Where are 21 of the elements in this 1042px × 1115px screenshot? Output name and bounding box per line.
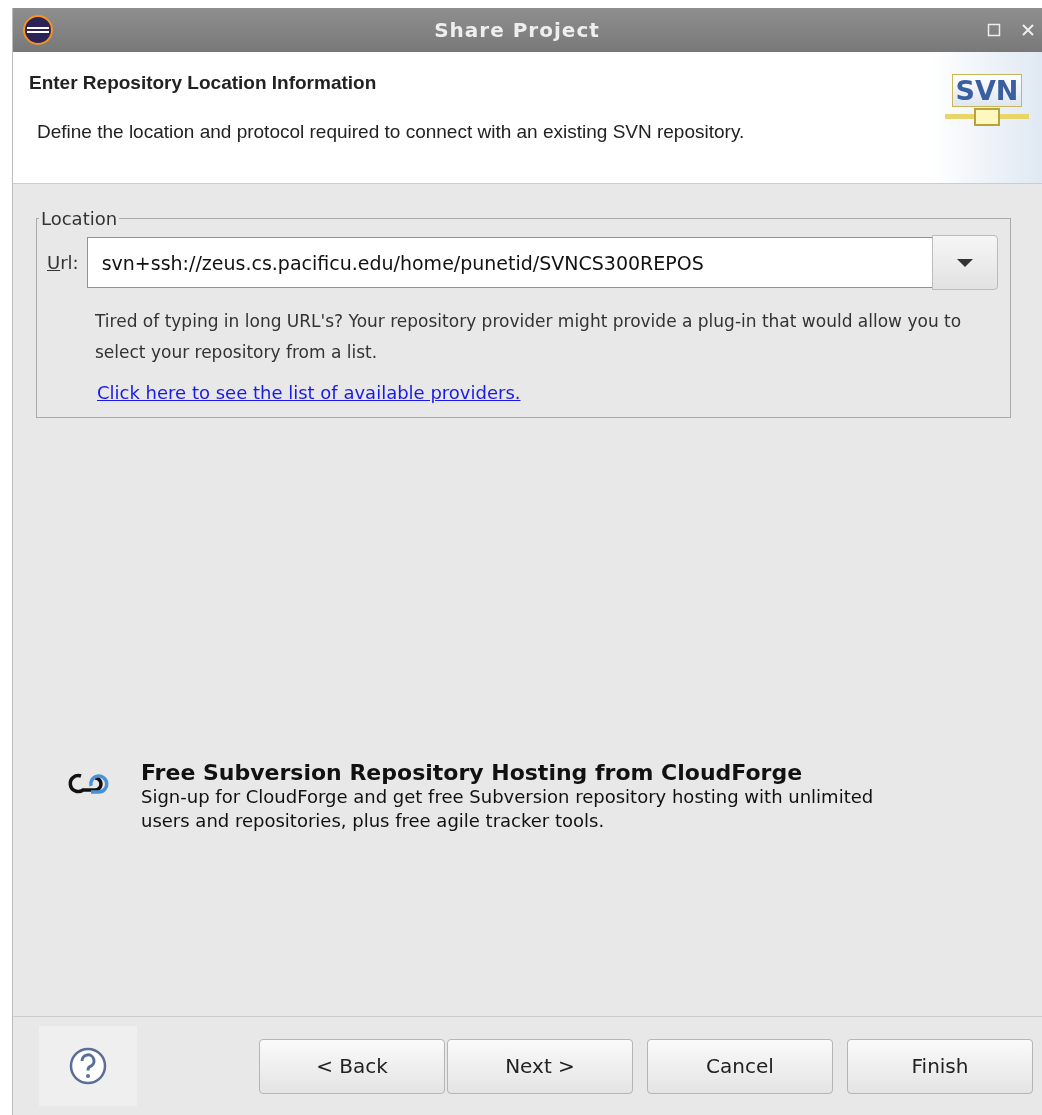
- maximize-icon[interactable]: [987, 23, 1001, 37]
- dialog-button[interactable]: < Back: [259, 1038, 445, 1094]
- url-label: Url:: [47, 252, 79, 273]
- url-field[interactable]: svn+ssh://zeus.cs.pacificu.edu/home/punetid/SVNCS300REPOS: [86, 237, 933, 288]
- providers-link[interactable]: Click here to see the list of available providers.: [97, 382, 521, 403]
- group-legend: Location: [39, 208, 120, 229]
- window-title: Share Project: [433, 18, 601, 42]
- dialog-button[interactable]: Cancel: [647, 1038, 833, 1094]
- help-button[interactable]: [39, 1026, 137, 1106]
- caret-icon: [956, 259, 973, 267]
- promo-title: Free Subversion Repository Hosting from CloudForge: [141, 760, 804, 785]
- help-icon: [68, 1046, 108, 1086]
- close-icon[interactable]: [1021, 23, 1035, 37]
- page-title: Enter Repository Location Information: [29, 72, 378, 94]
- dialog-button[interactable]: Next >: [447, 1038, 633, 1094]
- dialog-button[interactable]: Finish: [847, 1038, 1033, 1094]
- dropdown-button[interactable]: [931, 235, 998, 290]
- eclipse-icon: [23, 15, 53, 45]
- hint-text: Tired of typing in long URL's? Your repository provider might provide a plug-in that would allow you to select your repository from a list.: [95, 310, 963, 364]
- page-description: Define the location and protocol required to connect with an existing SVN repository.: [37, 120, 746, 144]
- promo-text: Sign-up for CloudForge and get free Subversion repository hosting with unlimited users and repositories, plus free agile tracker tools.: [141, 785, 875, 833]
